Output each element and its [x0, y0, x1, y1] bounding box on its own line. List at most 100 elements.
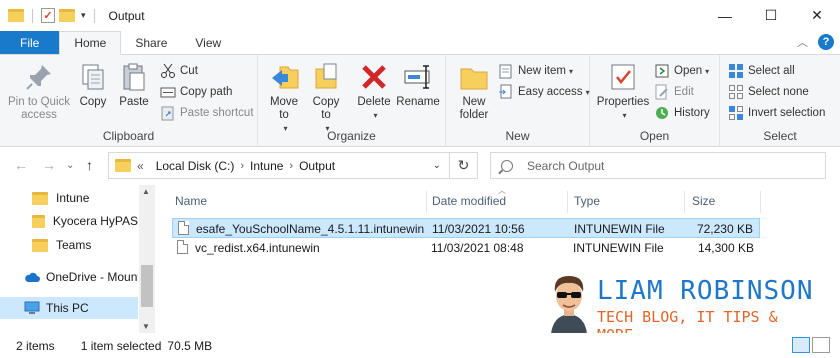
tab-file[interactable]: File: [0, 31, 60, 54]
rename-icon: [402, 61, 434, 93]
tab-home[interactable]: Home: [59, 31, 122, 55]
copy-button[interactable]: Copy: [76, 61, 110, 109]
move-to-button[interactable]: Move to ▾: [266, 61, 302, 135]
nav-item-kyocera-hypas[interactable]: Kyocera HyPAS: [0, 210, 138, 232]
column-divider[interactable]: [426, 191, 427, 213]
customize-toolbar-dropdown-icon[interactable]: ▾: [81, 10, 86, 21]
select-none-button[interactable]: Select none: [728, 82, 809, 102]
nav-item-this-pc[interactable]: This PC: [0, 297, 138, 319]
easy-access-button[interactable]: Easy access ▾: [498, 82, 590, 102]
scroll-up-icon[interactable]: ▲: [142, 187, 150, 196]
search-input[interactable]: Search Output: [490, 152, 826, 179]
breadcrumb-separator-icon[interactable]: ›: [240, 160, 244, 172]
column-divider[interactable]: [567, 191, 568, 213]
quick-access-toolbar: ✓ ▾: [8, 8, 99, 23]
breadcrumb-output[interactable]: Output: [299, 159, 335, 173]
history-icon: [654, 105, 670, 121]
group-label-new: New: [505, 129, 530, 143]
folder-icon: [32, 214, 45, 228]
pin-to-quick-access-button[interactable]: Pin to Quick access: [6, 61, 72, 122]
paste-shortcut-button[interactable]: Paste shortcut: [160, 103, 254, 123]
file-row[interactable]: esafe_YouSchoolName_4.5.1.11.intunewin 1…: [172, 218, 760, 238]
file-row[interactable]: vc_redist.x64.intunewin 11/03/2021 08:48…: [172, 238, 760, 258]
ribbon: Pin to Quick access Copy Paste Cut Copy …: [0, 55, 840, 147]
window-title: Output: [108, 8, 145, 23]
group-label-clipboard: Clipboard: [102, 129, 155, 143]
open-dropdown-icon: ▾: [705, 66, 710, 76]
invert-selection-icon: [728, 105, 744, 121]
rename-button[interactable]: Rename: [396, 61, 440, 109]
properties-checkmark-icon[interactable]: ✓: [41, 8, 55, 23]
large-icons-view-icon[interactable]: [812, 337, 830, 353]
paste-button[interactable]: Paste: [116, 61, 152, 109]
recent-locations-chevron-icon[interactable]: ⌄: [66, 160, 74, 171]
address-row: ← → ⌄ ↑ « Local Disk (C:) › Intune › Out…: [0, 147, 840, 185]
refresh-button[interactable]: ↻: [450, 152, 478, 179]
breadcrumb-separator-icon[interactable]: ›: [289, 160, 293, 172]
delete-button[interactable]: Delete ▾: [356, 61, 392, 122]
minimize-button[interactable]: —: [702, 0, 748, 31]
properties-button[interactable]: Properties ▾: [596, 61, 650, 122]
invert-selection-button[interactable]: Invert selection: [728, 103, 825, 123]
cut-button[interactable]: Cut: [160, 61, 198, 81]
edit-button[interactable]: Edit: [654, 82, 694, 102]
maximize-button[interactable]: ☐: [748, 0, 794, 31]
new-item-button[interactable]: New item ▾: [498, 61, 573, 81]
open-icon: [654, 63, 670, 79]
details-view-icon[interactable]: [792, 337, 810, 353]
tab-share[interactable]: Share: [121, 31, 181, 54]
copy-to-icon: [310, 61, 342, 93]
delete-dropdown-icon: ▾: [373, 111, 378, 120]
search-icon: [501, 159, 513, 172]
navigation-pane: Intune Kyocera HyPAS Teams OneDrive - Mo…: [0, 185, 155, 333]
new-folder-icon[interactable]: [59, 9, 75, 22]
column-divider[interactable]: [684, 191, 685, 213]
computer-icon: [24, 301, 40, 315]
new-folder-button[interactable]: New folder: [454, 61, 494, 122]
search-placeholder: Search Output: [527, 158, 605, 173]
refresh-icon: ↻: [457, 157, 470, 173]
open-button[interactable]: Open ▾: [654, 61, 709, 81]
scroll-down-icon[interactable]: ▼: [142, 322, 150, 331]
column-header-size[interactable]: Size: [692, 191, 715, 211]
address-bar[interactable]: « Local Disk (C:) › Intune › Output ⌄: [108, 152, 450, 179]
folder-icon[interactable]: [8, 9, 24, 22]
column-header-date-modified[interactable]: Date modified: [432, 191, 506, 211]
file-type: INTUNEWIN File: [573, 241, 664, 255]
nav-item-intune[interactable]: Intune: [0, 187, 138, 209]
copy-icon: [77, 61, 109, 93]
file-size: 72,230 KB: [696, 222, 753, 236]
address-dropdown-chevron-icon[interactable]: ⌄: [433, 160, 441, 171]
breadcrumb-overflow[interactable]: «: [137, 159, 144, 173]
minimize-ribbon-icon[interactable]: ︿: [797, 34, 808, 50]
edit-icon: [654, 84, 670, 100]
help-icon[interactable]: ?: [818, 34, 834, 50]
back-arrow-icon[interactable]: ←: [14, 157, 28, 173]
nav-scrollbar[interactable]: ▲ ▼: [139, 185, 155, 333]
close-button[interactable]: ✕: [794, 0, 840, 31]
history-button[interactable]: History: [654, 103, 710, 123]
easy-access-icon: [498, 84, 514, 100]
forward-arrow-icon[interactable]: →: [42, 157, 56, 173]
nav-item-onedrive[interactable]: OneDrive - Mount: [0, 266, 138, 288]
new-folder-icon: [458, 61, 490, 93]
scrollbar-thumb[interactable]: [141, 265, 153, 307]
onedrive-cloud-icon: [24, 271, 40, 283]
item-count: 2 items: [16, 338, 55, 353]
breadcrumb-local-disk[interactable]: Local Disk (C:): [156, 159, 235, 173]
properties-dropdown-icon: ▾: [622, 111, 627, 120]
up-arrow-icon[interactable]: ↑: [86, 157, 93, 173]
breadcrumb-intune[interactable]: Intune: [250, 159, 283, 173]
copy-path-button[interactable]: Copy path: [160, 82, 232, 102]
select-all-button[interactable]: Select all: [728, 61, 795, 81]
nav-item-teams[interactable]: Teams: [0, 234, 138, 256]
column-header-name[interactable]: Name: [175, 191, 207, 211]
group-label-open: Open: [639, 129, 670, 143]
tab-view[interactable]: View: [181, 31, 235, 54]
folder-icon: [115, 159, 131, 172]
copy-to-button[interactable]: Copy to ▾: [308, 61, 344, 135]
folder-icon: [32, 191, 48, 205]
new-group: New folder New item ▾ Easy access ▾ New: [446, 55, 590, 147]
column-divider[interactable]: [760, 191, 761, 213]
column-header-type[interactable]: Type: [574, 191, 600, 211]
